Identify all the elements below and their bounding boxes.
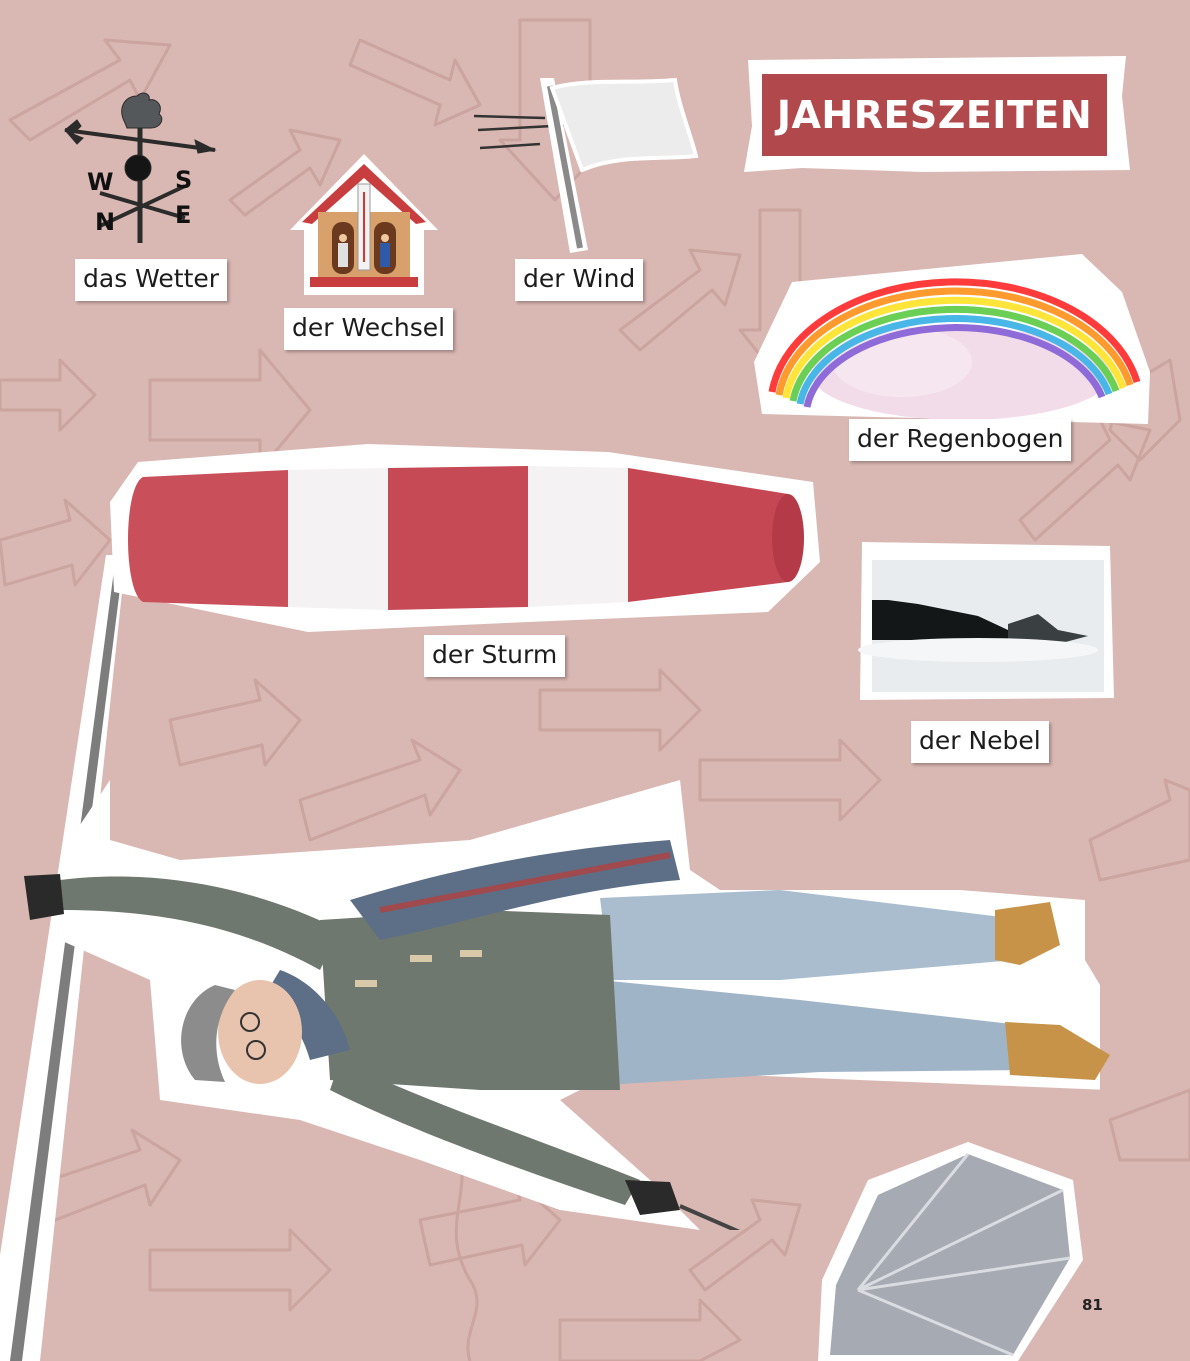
rainbow-image (754, 254, 1150, 424)
umbrella-image (818, 1142, 1083, 1361)
title-banner: JAHRESZEITEN (742, 56, 1132, 174)
word-label-regenbogen: der Regenbogen (849, 419, 1072, 461)
word-label-nebel: der Nebel (911, 721, 1049, 763)
vane-letter-n: N (95, 208, 115, 236)
textbook-page: W S E N JAHRESZEITEN das Wetter der Wech… (0, 0, 1190, 1361)
weather-house-image (290, 154, 438, 295)
word-label-wechsel: der Wechsel (284, 308, 454, 350)
fog-image (858, 542, 1114, 700)
page-number: 81 (1082, 1296, 1103, 1314)
windsock-image (110, 444, 820, 632)
page-title: JAHRESZEITEN (762, 74, 1107, 156)
vane-letter-s: S (175, 166, 192, 194)
vane-letter-w: W (87, 168, 113, 196)
vane-letter-e: E (175, 201, 191, 229)
weathervane-image: W S E N (64, 92, 217, 243)
word-label-sturm: der Sturm (424, 635, 566, 677)
word-label-wetter: das Wetter (75, 259, 228, 301)
flag-image (473, 78, 699, 253)
word-label-wind: der Wind (515, 259, 644, 301)
